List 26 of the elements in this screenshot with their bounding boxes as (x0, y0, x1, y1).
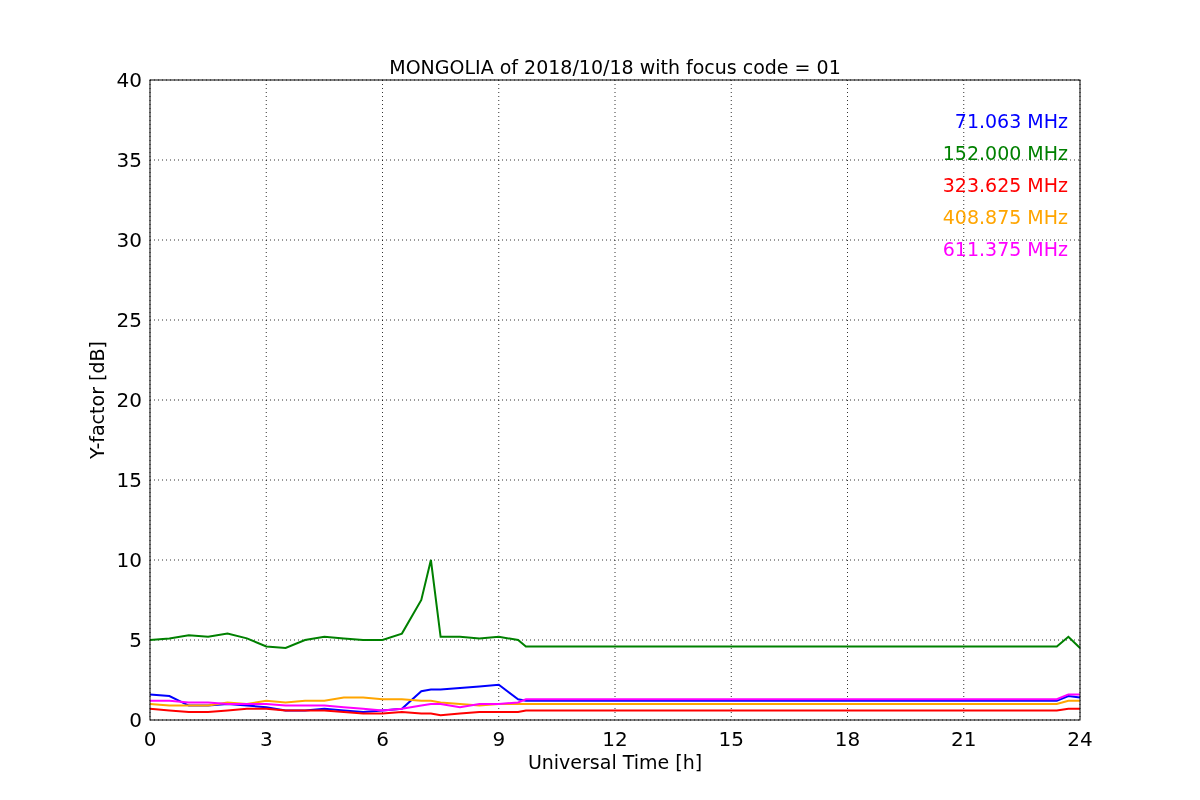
tick-label: 40 (116, 68, 142, 92)
legend-label: 71.063 MHz (954, 110, 1068, 132)
tick-label: 12 (602, 727, 628, 751)
tick-label: 3 (259, 727, 273, 751)
tick-label: 9 (492, 727, 506, 751)
legend-label: 611.375 MHz (942, 238, 1068, 260)
tick-label: 30 (116, 228, 142, 252)
tick-label: 15 (718, 727, 744, 751)
legend-label: 408.875 MHz (942, 206, 1068, 228)
tick-label: 25 (116, 308, 142, 332)
tick-label: 10 (116, 548, 142, 572)
tick-label: 18 (834, 727, 861, 751)
tick-label: 0 (129, 708, 142, 732)
tick-label: 5 (129, 628, 142, 652)
tick-label: 21 (951, 727, 977, 751)
y-axis-label: Y-factor [dB] (86, 341, 108, 459)
tick-label: 24 (1067, 727, 1093, 751)
tick-label: 15 (116, 468, 142, 492)
tick-label: 0 (143, 727, 157, 751)
chart-title: MONGOLIA of 2018/10/18 with focus code = 01 (389, 56, 841, 78)
tick-label: 35 (116, 148, 142, 172)
legend-label: 152.000 MHz (942, 142, 1068, 164)
x-axis-label: Universal Time [h] (527, 751, 703, 773)
tick-label: 20 (116, 388, 142, 412)
tick-label: 6 (376, 727, 389, 751)
legend-label: 323.625 MHz (942, 174, 1068, 196)
